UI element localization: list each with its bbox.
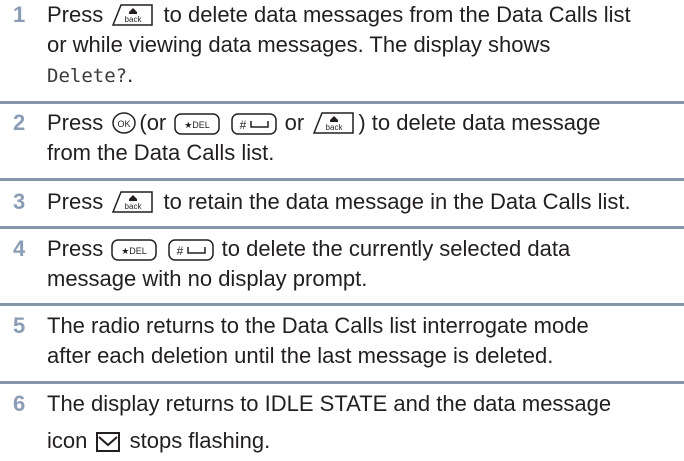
step-number: 5 <box>13 313 26 338</box>
star-key-label: ★DEL <box>122 246 148 256</box>
text-span: or <box>284 110 305 135</box>
text-span: . <box>127 62 134 87</box>
star-del-key-icon: ★DEL <box>111 239 158 261</box>
back-key-icon: back <box>111 190 155 214</box>
step-text: Press OK (or ★DEL # or back) to delete … <box>47 108 679 168</box>
text-span: Press <box>47 236 104 261</box>
divider <box>0 226 684 229</box>
star-key-label: ★DEL <box>185 120 211 130</box>
data-message-icon <box>95 431 121 453</box>
divider <box>0 381 684 384</box>
step-text: The radio returns to the Data Calls list… <box>47 311 679 371</box>
text-span: icon <box>47 428 88 453</box>
text-span: (or <box>139 110 167 135</box>
display-text: Delete? <box>47 65 128 87</box>
divider <box>0 303 684 306</box>
text-line: or while viewing data messages. The disp… <box>47 32 551 57</box>
text-span: to delete the currently selected data <box>221 236 571 261</box>
text-span: stops flashing. <box>129 428 271 453</box>
hash-key-label: # <box>176 244 183 258</box>
back-key-label: back <box>326 123 344 132</box>
text-span: Press <box>47 110 104 135</box>
text-span: ) to delete data message <box>358 110 601 135</box>
text-line: from the Data Calls list. <box>47 140 275 165</box>
hash-key-icon: # <box>230 113 277 135</box>
text-span: to delete data messages from the Data Ca… <box>163 2 631 27</box>
step-number: 3 <box>13 189 26 214</box>
ok-key-icon: OK <box>111 111 137 135</box>
back-key-icon: back <box>312 111 356 135</box>
text-span: to retain the data message in the Data C… <box>163 189 631 214</box>
step-text: Press back to delete data messages from … <box>47 0 679 91</box>
text-line: The display returns to IDLE STATE and th… <box>47 391 612 416</box>
hash-key-label: # <box>239 118 246 132</box>
step-number: 1 <box>13 2 26 27</box>
step-text: Press ★DEL # to delete the currently sel… <box>47 234 679 294</box>
step-text: The display returns to IDLE STATE and th… <box>47 389 679 456</box>
text-span: Press <box>47 189 104 214</box>
hash-key-icon: # <box>167 239 214 261</box>
text-line: The radio returns to the Data Calls list… <box>47 313 589 338</box>
step-text: Press back to retain the data message in… <box>47 187 679 217</box>
step-number: 4 <box>13 236 26 261</box>
step-number: 6 <box>13 391 26 416</box>
back-key-label: back <box>125 15 143 24</box>
divider <box>0 178 684 181</box>
back-key-label: back <box>125 202 143 211</box>
text-span: Press <box>47 2 104 27</box>
text-line: after each deletion until the last messa… <box>47 343 554 368</box>
text-line: message with no display prompt. <box>47 266 368 291</box>
star-del-key-icon: ★DEL <box>174 113 221 135</box>
step-number: 2 <box>13 110 26 135</box>
divider <box>0 101 684 104</box>
ok-key-label: OK <box>118 119 131 129</box>
back-key-icon: back <box>111 3 155 27</box>
